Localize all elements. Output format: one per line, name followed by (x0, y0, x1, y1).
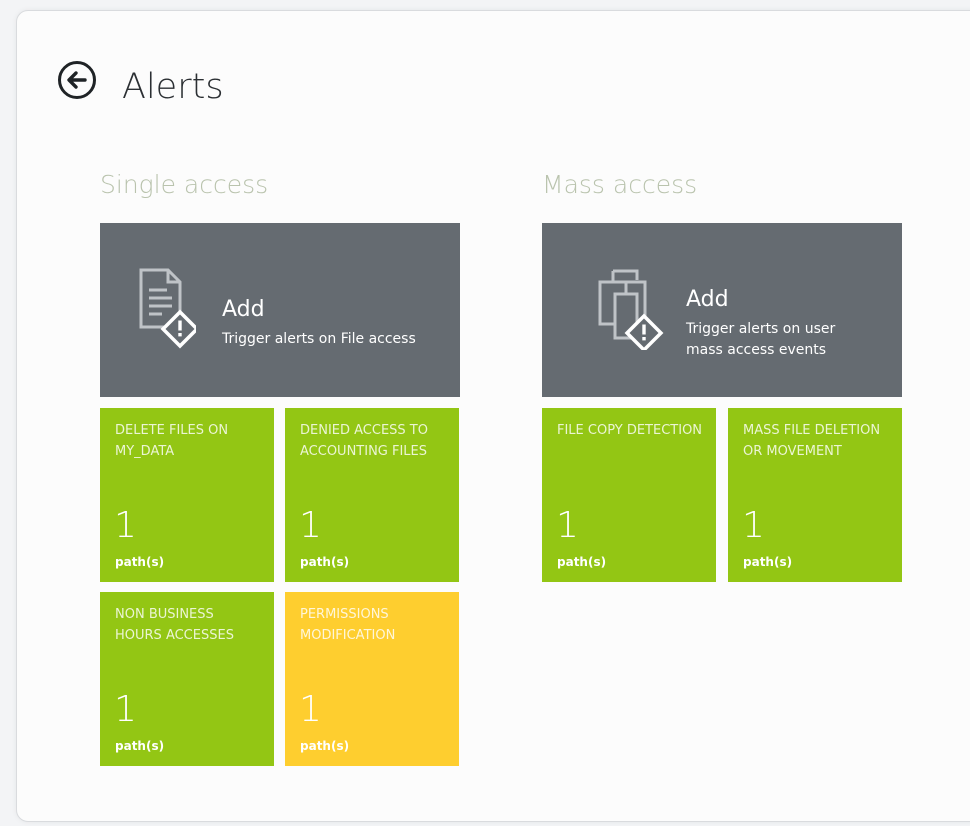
tile-count: 1 (742, 505, 765, 546)
alert-tile-denied-access[interactable]: DENIED ACCESS TO ACCOUNTING FILES 1 path… (285, 408, 459, 582)
tile-name: MASS FILE DELETION OR MOVEMENT (743, 423, 881, 459)
add-single-description: Trigger alerts on File access (222, 331, 416, 347)
alert-tile-file-copy-detection[interactable]: FILE COPY DETECTION 1 path(s) (542, 408, 716, 582)
add-single-label: Add (222, 297, 265, 322)
tile-count: 1 (114, 505, 137, 546)
file-alert-icon (138, 267, 200, 353)
tile-unit: path(s) (743, 555, 793, 569)
back-arrow-icon (58, 61, 96, 99)
page-title: Alerts (122, 67, 224, 107)
tile-unit: path(s) (300, 555, 350, 569)
single-access-title: Single access (100, 170, 269, 199)
alert-tile-mass-file-deletion[interactable]: MASS FILE DELETION OR MOVEMENT 1 path(s) (728, 408, 902, 582)
mass-access-title: Mass access (542, 170, 698, 199)
add-mass-label: Add (686, 287, 729, 312)
back-button[interactable] (57, 60, 97, 100)
tile-count: 1 (556, 505, 579, 546)
tile-count: 1 (114, 689, 137, 730)
tile-name: FILE COPY DETECTION (557, 423, 703, 438)
tile-unit: path(s) (300, 739, 350, 753)
alert-tile-non-business-hours[interactable]: NON BUSINESS HOURS ACCESSES 1 path(s) (100, 592, 274, 766)
tile-unit: path(s) (115, 739, 165, 753)
alert-tile-permissions-modification[interactable]: PERMISSIONS MODIFICATION 1 path(s) (285, 592, 459, 766)
tile-name: DELETE FILES ON MY_DATA (115, 423, 229, 459)
tile-unit: path(s) (557, 555, 607, 569)
add-mass-description-line2: mass access events (686, 342, 827, 358)
add-mass-alert-tile[interactable]: Add Trigger alerts on user mass access e… (542, 223, 902, 397)
add-mass-description-line1: Trigger alerts on user (686, 321, 836, 337)
tile-name: NON BUSINESS HOURS ACCESSES (115, 607, 234, 643)
multi-file-alert-icon (597, 268, 667, 354)
alerts-panel: Alerts Single access Add Trigger alerts … (16, 10, 970, 822)
tile-unit: path(s) (115, 555, 165, 569)
tile-name: PERMISSIONS MODIFICATION (300, 607, 396, 643)
tile-count: 1 (299, 505, 322, 546)
add-single-alert-tile[interactable]: Add Trigger alerts on File access (100, 223, 460, 397)
tile-name: DENIED ACCESS TO ACCOUNTING FILES (300, 423, 428, 459)
tile-count: 1 (299, 689, 322, 730)
alert-tile-delete-files[interactable]: DELETE FILES ON MY_DATA 1 path(s) (100, 408, 274, 582)
